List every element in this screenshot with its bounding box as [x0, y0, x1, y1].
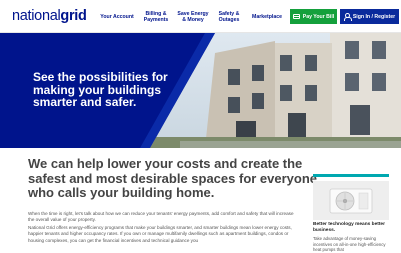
sign-in-register-button[interactable]: Sign In / Register [340, 9, 399, 24]
nav-marketplace[interactable]: Marketplace [248, 0, 286, 33]
user-icon [343, 13, 352, 21]
hero-banner: See the possibilities for making your bu… [0, 33, 401, 148]
national-grid-logo[interactable]: nationalgrid [12, 8, 87, 24]
nav-billing-payments[interactable]: Billing & Payments [140, 0, 172, 33]
promo-text: Take advantage of money-saving incentive… [313, 236, 386, 253]
page-heading: We can help lower your costs and create … [28, 156, 318, 200]
promo-card[interactable]: Better technology means better business.… [313, 174, 389, 253]
heat-pump-image [313, 181, 389, 220]
nav-safety-outages[interactable]: Safety & Outages [214, 0, 244, 33]
intro-paragraph: When the time is right, let's talk about… [28, 211, 294, 223]
nav-save-energy-money[interactable]: Save Energy & Money [175, 0, 211, 33]
pay-your-bill-button[interactable]: Pay Your Bill [290, 9, 337, 24]
nav-your-account[interactable]: Your Account [97, 0, 137, 33]
promo-accent-bar [313, 174, 389, 177]
credit-card-icon [292, 14, 300, 19]
hero-title: See the possibilities for making your bu… [33, 70, 168, 109]
site-header: nationalgrid Your Account Billing & Payme… [0, 0, 401, 33]
promo-title: Better technology means better business. [313, 222, 385, 233]
programs-paragraph: National Grid offers energy-efficiency p… [28, 225, 292, 243]
